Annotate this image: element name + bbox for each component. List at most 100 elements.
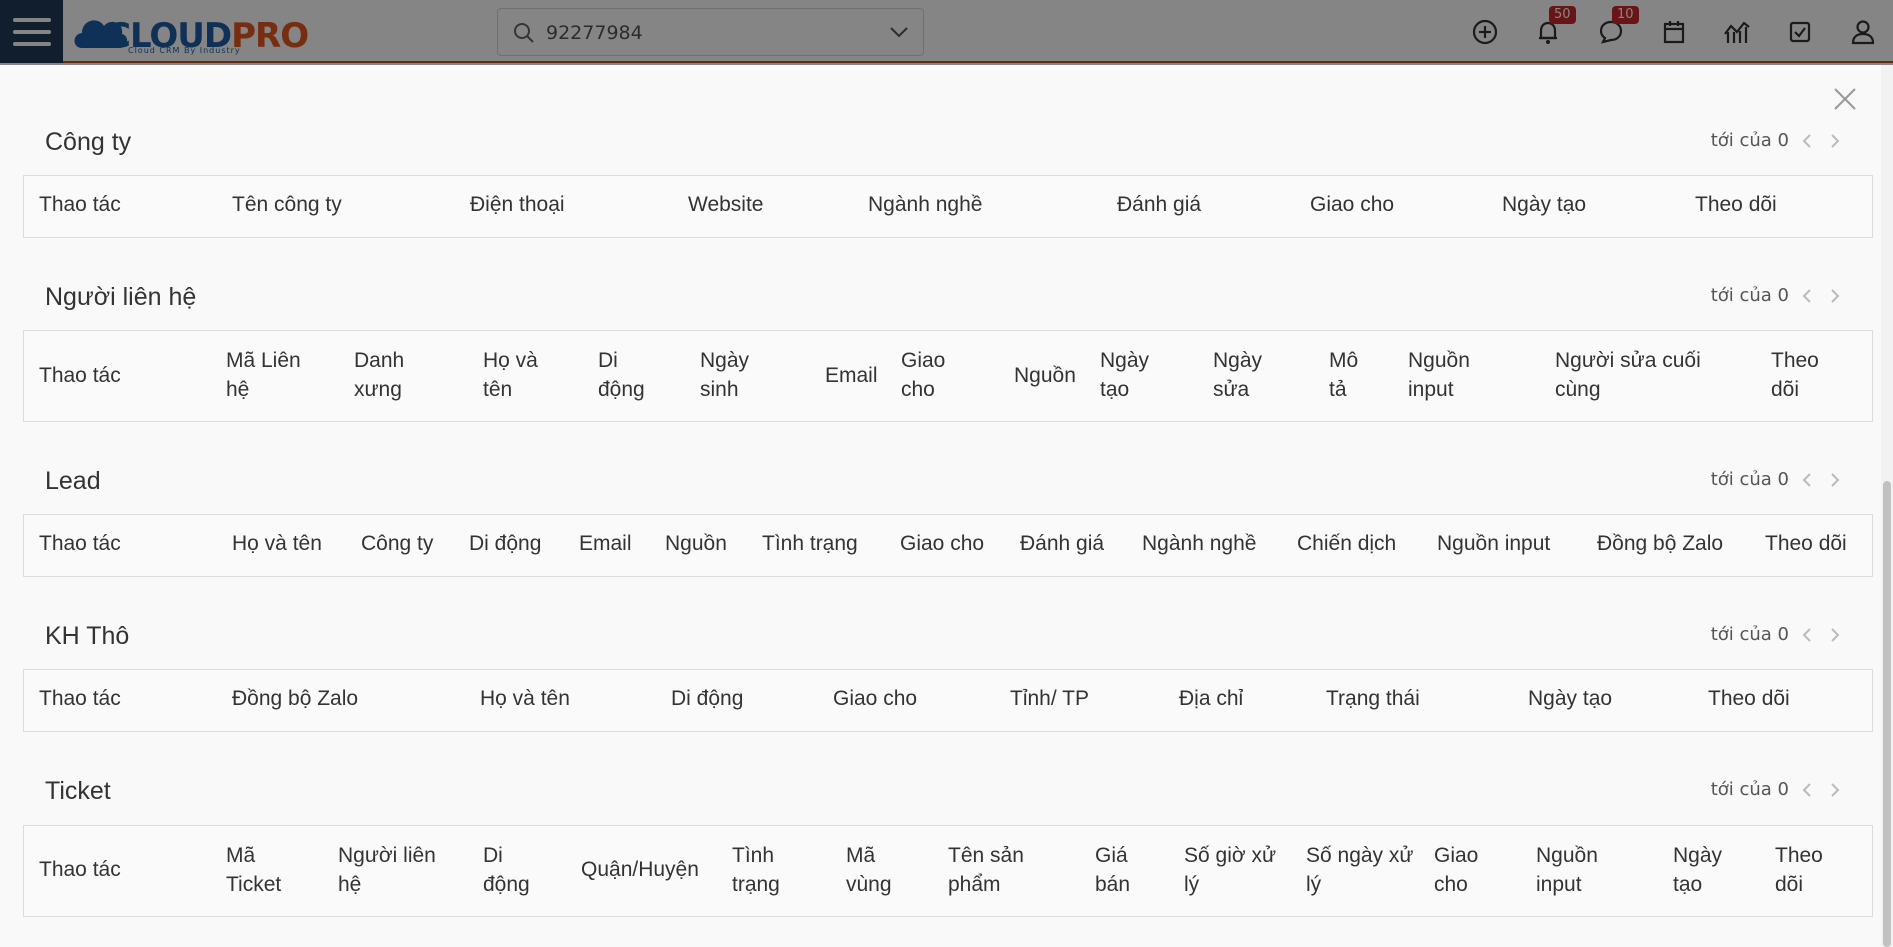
- pager: tới của 0: [1711, 130, 1845, 151]
- column-header[interactable]: Đồng bộ Zalo: [232, 684, 358, 713]
- column-header[interactable]: Theo dõi: [1695, 190, 1777, 219]
- column-header[interactable]: Danh xưng: [354, 346, 429, 404]
- column-header[interactable]: Số giờ xử lý: [1184, 841, 1289, 899]
- column-header[interactable]: Ngành nghề: [868, 190, 982, 219]
- column-header[interactable]: Công ty: [361, 529, 433, 558]
- logo-tagline: Cloud CRM By Industry: [128, 46, 241, 55]
- column-header[interactable]: Di động: [598, 346, 658, 404]
- column-header[interactable]: Ngày tạo: [1528, 684, 1612, 713]
- column-header[interactable]: Mã Liên hệ: [226, 346, 316, 404]
- chevron-right-icon[interactable]: [1825, 625, 1845, 645]
- column-header[interactable]: Nguồn input: [1536, 841, 1616, 899]
- column-header[interactable]: Chiến dịch: [1297, 529, 1396, 558]
- column-header[interactable]: Đánh giá: [1117, 190, 1201, 219]
- column-header[interactable]: Di động: [483, 841, 548, 899]
- close-icon[interactable]: [1831, 85, 1859, 113]
- bell-icon[interactable]: 50: [1531, 6, 1576, 49]
- notification-badge: 50: [1549, 6, 1576, 24]
- column-header[interactable]: Nguồn: [665, 529, 727, 558]
- column-header[interactable]: Tên sản phẩm: [948, 841, 1043, 899]
- column-header[interactable]: Ngày tạo: [1673, 841, 1738, 899]
- column-header[interactable]: Ngày sửa: [1213, 346, 1278, 404]
- cloudpro-logo[interactable]: CLOUDPRO Cloud CRM By Industry: [70, 4, 309, 56]
- column-header[interactable]: Theo dõi: [1765, 529, 1847, 558]
- table-header: Thao tác Họ và tên Công ty Di động Email…: [23, 514, 1873, 577]
- column-header[interactable]: Theo dõi: [1771, 346, 1836, 404]
- column-header[interactable]: Giá bán: [1095, 841, 1150, 899]
- column-header[interactable]: Họ và tên: [232, 529, 322, 558]
- column-header[interactable]: Tình trạng: [762, 529, 858, 558]
- column-header[interactable]: Email: [579, 529, 632, 558]
- menu-line: [12, 17, 51, 22]
- section-title: Lead: [45, 467, 101, 495]
- column-header[interactable]: Mã vùng: [846, 841, 906, 899]
- column-header[interactable]: Người liên hệ: [338, 841, 453, 899]
- chevron-right-icon[interactable]: [1825, 780, 1845, 800]
- pager-text: tới của 0: [1710, 469, 1789, 490]
- column-header[interactable]: Giao cho: [1310, 190, 1394, 219]
- add-icon[interactable]: [1468, 15, 1502, 49]
- chevron-right-icon[interactable]: [1825, 131, 1845, 151]
- column-header[interactable]: Thao tác: [39, 529, 121, 558]
- column-header[interactable]: Thao tác: [39, 361, 121, 390]
- column-header[interactable]: Đánh giá: [1020, 529, 1104, 558]
- column-header[interactable]: Họ và tên: [483, 346, 558, 404]
- table-header: Thao tác Mã Liên hệ Danh xưng Họ và tên …: [23, 330, 1873, 422]
- global-search-box[interactable]: [497, 8, 924, 56]
- hamburger-menu-button[interactable]: [0, 0, 63, 63]
- column-header[interactable]: Số ngày xử lý: [1306, 841, 1426, 899]
- column-header[interactable]: Địa chỉ: [1179, 684, 1243, 713]
- column-header[interactable]: Giao cho: [1434, 841, 1494, 899]
- column-header[interactable]: Tên công ty: [232, 190, 342, 219]
- column-header[interactable]: Website: [688, 190, 763, 219]
- scrollbar-thumb[interactable]: [1883, 481, 1891, 947]
- column-header[interactable]: Người sửa cuối cùng: [1555, 346, 1725, 404]
- column-header[interactable]: Giao cho: [833, 684, 917, 713]
- task-checkbox-icon[interactable]: [1783, 15, 1817, 49]
- column-header[interactable]: Điện thoại: [470, 190, 565, 219]
- message-badge: 10: [1612, 6, 1639, 24]
- column-header[interactable]: Quận/Huyện: [581, 855, 699, 884]
- report-chart-icon[interactable]: [1720, 15, 1754, 49]
- column-header[interactable]: Thao tác: [39, 855, 121, 884]
- chevron-left-icon[interactable]: [1797, 625, 1817, 645]
- chevron-right-icon[interactable]: [1825, 470, 1845, 490]
- column-header[interactable]: Mã Ticket: [226, 841, 301, 899]
- search-input[interactable]: [544, 17, 878, 49]
- column-header[interactable]: Nguồn: [1014, 361, 1076, 390]
- column-header[interactable]: Di động: [469, 529, 541, 558]
- column-header[interactable]: Email: [825, 361, 878, 390]
- column-header[interactable]: Giao cho: [901, 346, 956, 404]
- user-profile-icon[interactable]: [1846, 15, 1880, 49]
- column-header[interactable]: Nguồn input: [1437, 529, 1550, 558]
- column-header[interactable]: Ngày tạo: [1502, 190, 1586, 219]
- column-header[interactable]: Đồng bộ Zalo: [1597, 529, 1723, 558]
- chevron-right-icon[interactable]: [1825, 286, 1845, 306]
- chevron-left-icon[interactable]: [1797, 780, 1817, 800]
- column-header[interactable]: Ngành nghề: [1142, 529, 1256, 558]
- column-header[interactable]: Tỉnh/ TP: [1010, 684, 1089, 713]
- column-header[interactable]: Thao tác: [39, 684, 121, 713]
- table-header: Thao tác Tên công ty Điện thoại Website …: [23, 175, 1873, 238]
- chevron-left-icon[interactable]: [1797, 131, 1817, 151]
- menu-line: [12, 41, 51, 46]
- chevron-down-icon[interactable]: [889, 25, 909, 39]
- chevron-left-icon[interactable]: [1797, 470, 1817, 490]
- top-navbar: CLOUDPRO Cloud CRM By Industry 50 10: [0, 0, 1893, 63]
- column-header[interactable]: Nguồn input: [1408, 346, 1483, 404]
- calendar-icon[interactable]: [1657, 15, 1691, 49]
- chat-icon[interactable]: 10: [1594, 6, 1639, 49]
- column-header[interactable]: Giao cho: [900, 529, 984, 558]
- column-header[interactable]: Theo dõi: [1708, 684, 1790, 713]
- column-header[interactable]: Tình trạng: [732, 841, 807, 899]
- column-header[interactable]: Ngày tạo: [1100, 346, 1165, 404]
- column-header[interactable]: Trạng thái: [1326, 684, 1420, 713]
- column-header[interactable]: Theo dõi: [1775, 841, 1840, 899]
- column-header[interactable]: Di động: [671, 684, 743, 713]
- column-header[interactable]: Họ và tên: [480, 684, 570, 713]
- column-header[interactable]: Thao tác: [39, 190, 121, 219]
- column-header[interactable]: Ngày sinh: [700, 346, 765, 404]
- column-header[interactable]: Mô tả: [1329, 346, 1369, 404]
- chevron-left-icon[interactable]: [1797, 286, 1817, 306]
- modal-scrollbar[interactable]: [1881, 65, 1893, 947]
